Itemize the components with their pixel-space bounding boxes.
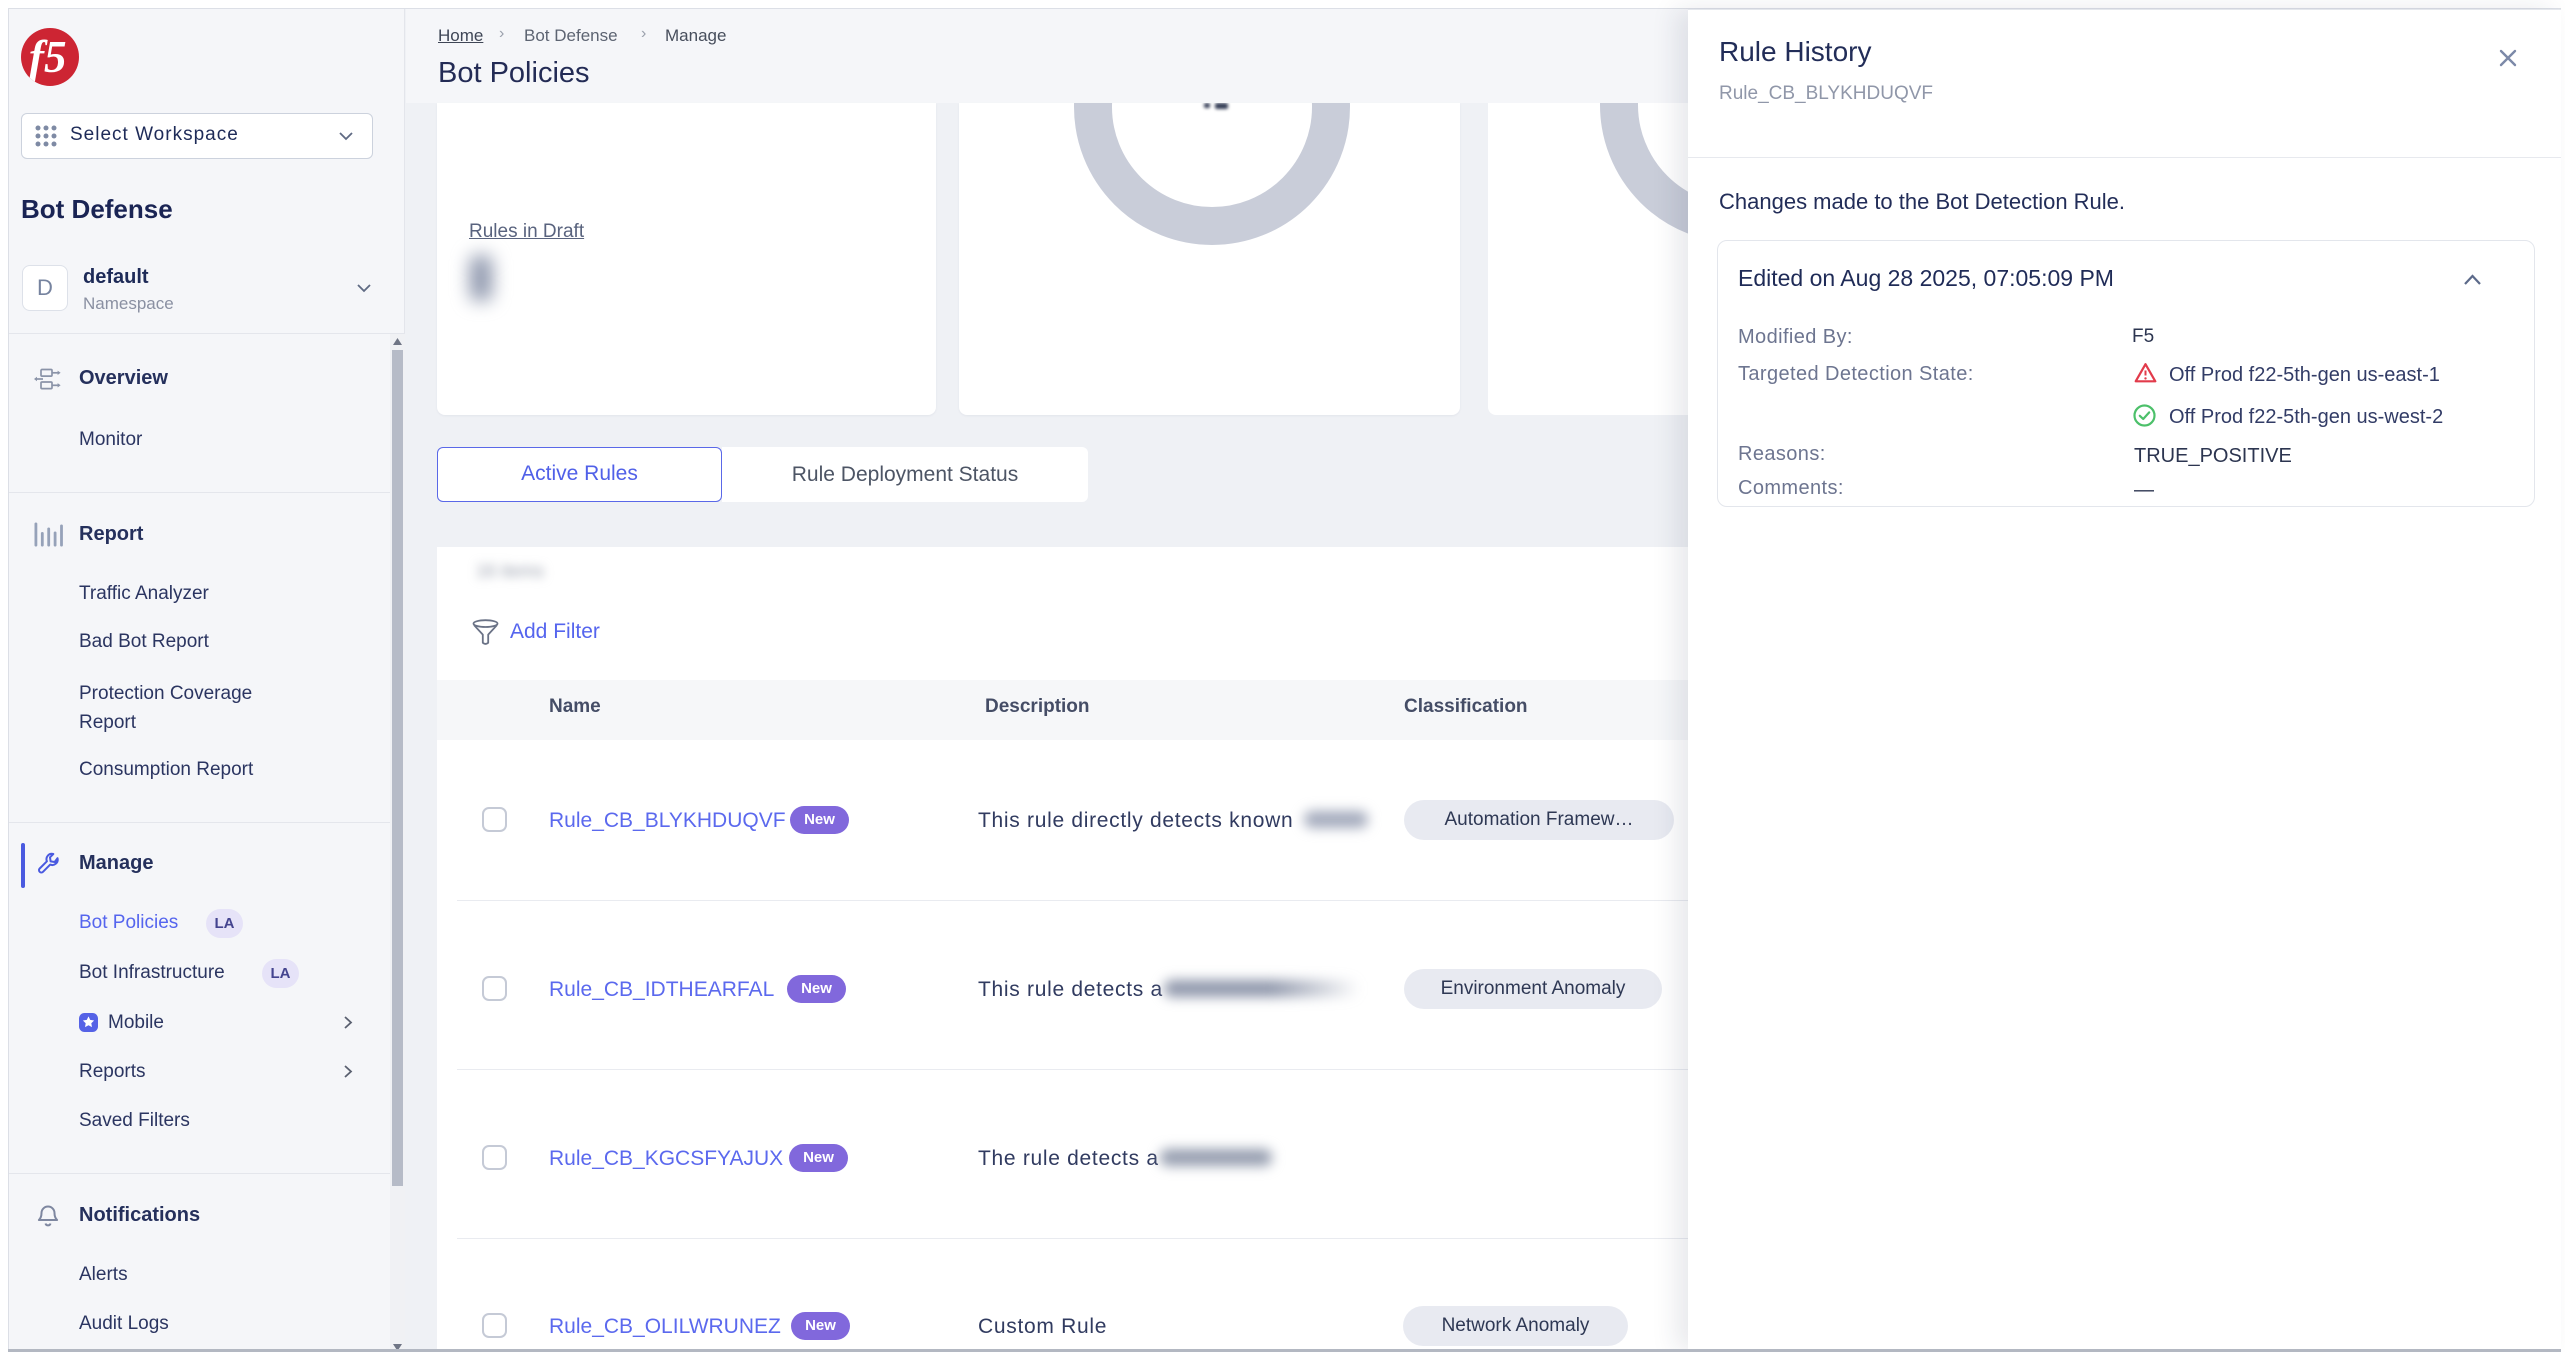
svg-text:f5: f5 <box>29 32 67 82</box>
